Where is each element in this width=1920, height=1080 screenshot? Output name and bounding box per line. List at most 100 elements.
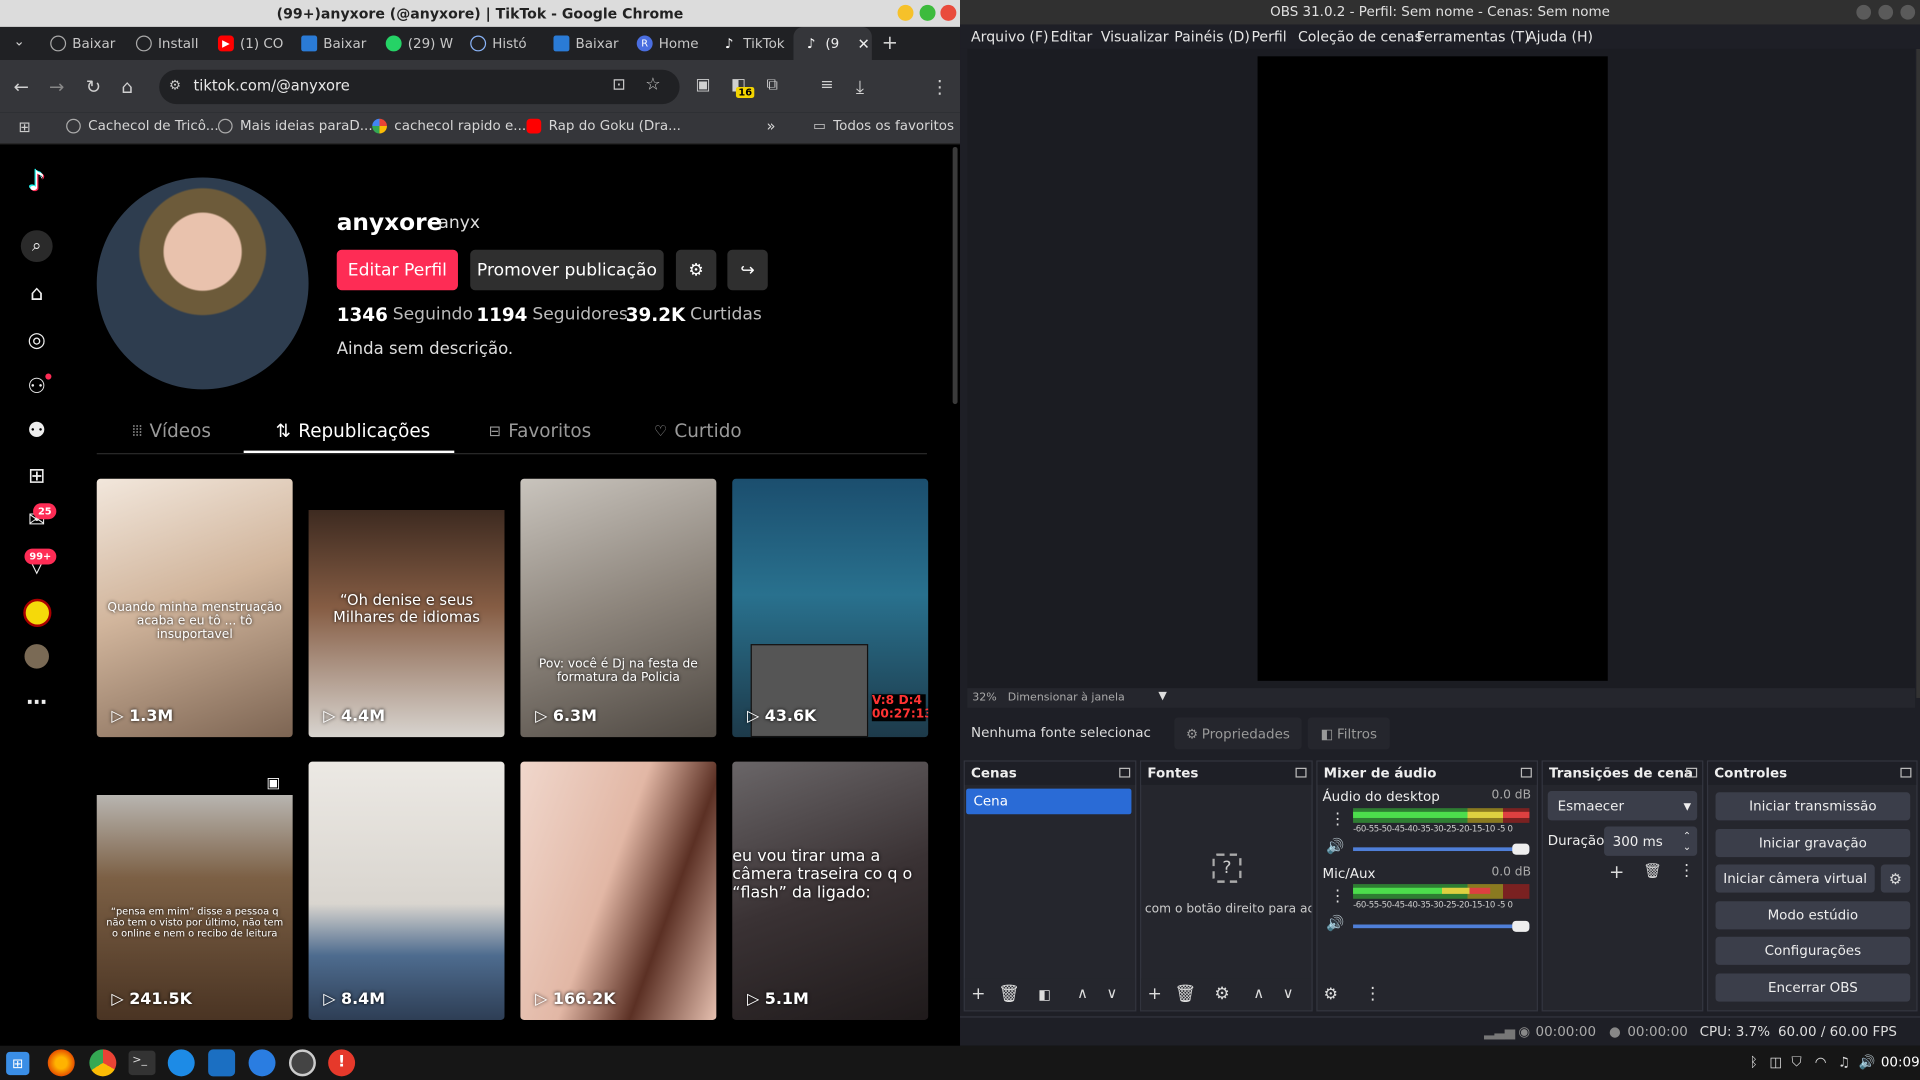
speaker-icon[interactable]: 🔊 (1326, 838, 1344, 855)
cast-icon[interactable]: ▣ (696, 76, 711, 94)
tiktok-logo-icon[interactable]: ♪ (23, 168, 50, 196)
start-recording-button[interactable]: Iniciar gravação (1715, 828, 1911, 858)
advanced-audio-icon[interactable]: ⚙ (1324, 986, 1338, 1004)
app-store-icon[interactable] (248, 1049, 276, 1077)
chrome-icon[interactable] (89, 1049, 117, 1077)
minimize-button[interactable] (897, 4, 914, 21)
mic-volume-slider[interactable] (1353, 920, 1530, 932)
tab-reposts[interactable]: ⇅ Republicações (276, 420, 431, 442)
music-icon[interactable]: ♫ (1838, 1054, 1850, 1070)
share-icon[interactable]: ↪ (727, 249, 768, 291)
app-grid-icon[interactable]: ⊞ (6, 1051, 30, 1076)
trash-icon[interactable]: 🗑 (1174, 984, 1196, 1004)
video-card[interactable]: eu vou tirar uma a câmera traseira co q … (732, 761, 929, 1021)
tab-2[interactable]: ▶ (1) CO (208, 27, 291, 60)
video-card[interactable]: ▷ 8.4M (308, 761, 505, 1021)
up-icon[interactable]: ∧ (1071, 984, 1093, 1001)
menu-icon[interactable]: ⋮ (931, 76, 949, 98)
tab-6[interactable]: Baixar (544, 27, 627, 60)
obs-minimize-button[interactable] (1856, 4, 1872, 20)
page-scrollbar[interactable] (952, 146, 958, 405)
install-app-icon[interactable]: ⊡ (612, 76, 625, 94)
virtual-camera-settings-icon[interactable]: ⚙ (1880, 864, 1911, 893)
menu-paineis[interactable]: Painéis (D) (1174, 28, 1250, 45)
exit-obs-button[interactable]: Encerrar OBS (1715, 973, 1911, 1002)
add-icon[interactable]: + (1609, 861, 1624, 883)
menu-visualizar[interactable]: Visualizar (1101, 28, 1169, 45)
video-card[interactable]: Pov: você é Dj na festa de formatura da … (520, 478, 717, 738)
obs-close-button[interactable] (1900, 4, 1916, 20)
undock-icon[interactable] (1686, 767, 1698, 778)
new-tab-icon[interactable]: + (882, 31, 898, 54)
video-card[interactable]: ▣ “pensa em mim” disse a pessoa q não te… (96, 761, 293, 1021)
desktop-volume-slider[interactable] (1353, 843, 1530, 855)
vscode-icon[interactable] (208, 1049, 236, 1077)
bookmark-2[interactable]: cachecol rapido e... (372, 118, 526, 133)
video-card[interactable]: “Oh denise e seus Milhares de idiomas ▷ … (308, 478, 505, 738)
close-button[interactable] (940, 4, 957, 21)
bluetooth-icon[interactable]: ᛒ (1750, 1054, 1758, 1070)
edit-profile-button[interactable]: Editar Perfil (336, 249, 458, 291)
explore-icon[interactable]: ◎ (23, 327, 50, 354)
video-card[interactable]: V:8 D:4 00:27:13 ▷ 43.6K (732, 478, 929, 738)
undock-icon[interactable] (1520, 767, 1532, 778)
add-icon[interactable]: + (967, 984, 989, 1004)
transition-select[interactable]: Esmaecer ▼ (1547, 791, 1698, 821)
tab-search-icon[interactable]: ⌄ (13, 33, 24, 49)
live-creator-avatar[interactable] (23, 598, 52, 627)
properties-button[interactable]: ⚙ Propriedades (1174, 717, 1302, 750)
trash-icon[interactable]: 🗑 (998, 984, 1020, 1004)
add-icon[interactable]: + (1144, 984, 1166, 1004)
chevron-down-icon[interactable]: ▼ (1158, 691, 1166, 703)
media-icon[interactable]: ≡ (820, 76, 833, 94)
filters-icon[interactable]: ◧ (1033, 987, 1055, 1003)
clipboard-icon[interactable]: ◫ (1769, 1054, 1782, 1070)
menu-perfil[interactable]: Perfil (1251, 28, 1286, 45)
tab-0[interactable]: Baixar (40, 27, 123, 60)
slider-knob[interactable] (1512, 920, 1530, 932)
down-icon[interactable]: ∨ (1101, 984, 1123, 1001)
obs-preview-scrollbar[interactable] (1916, 48, 1920, 698)
tab-4[interactable]: (29) W (376, 27, 459, 60)
filters-button[interactable]: ◧ Filtros (1307, 717, 1390, 750)
home-icon[interactable]: ⌂ (23, 280, 50, 307)
menu-colecao-cenas[interactable]: Coleção de cenas (1298, 28, 1422, 45)
wifi-icon[interactable]: ◠ (1815, 1054, 1827, 1070)
menu-ajuda[interactable]: Ajuda (H) (1527, 28, 1593, 45)
finder-icon[interactable] (167, 1049, 195, 1077)
mixer-menu-icon[interactable]: ⋮ (1364, 984, 1381, 1004)
spin-arrows-icon[interactable]: ⌃ ⌄ (1683, 830, 1691, 852)
apps-icon[interactable]: ⊞ (18, 119, 30, 136)
more-bookmarks-icon[interactable]: » (767, 118, 776, 135)
start-virtual-camera-button[interactable]: Iniciar câmera virtual (1715, 864, 1875, 893)
profile-avatar-small[interactable] (24, 644, 49, 669)
undock-icon[interactable] (1295, 767, 1307, 778)
settings-icon[interactable]: ⚙ (675, 249, 717, 291)
kebab-icon[interactable]: ⋮ (1330, 888, 1346, 906)
bookmark-0[interactable]: Cachecol de Tricô... (66, 118, 219, 133)
scene-item-cena[interactable]: Cena (966, 788, 1132, 815)
duration-spinbox[interactable]: 300 ms ⌃ ⌄ (1604, 826, 1698, 856)
download-icon[interactable]: ⤓ (856, 76, 864, 98)
menu-editar[interactable]: Editar (1051, 28, 1093, 45)
following-stat[interactable]: 1346 Seguindo (337, 304, 473, 326)
back-icon[interactable]: ← (13, 76, 28, 98)
studio-mode-button[interactable]: Modo estúdio (1715, 901, 1911, 930)
site-info-icon[interactable]: ⚙ (169, 77, 181, 93)
video-card[interactable]: Quando minha menstruação acaba e eu tô .… (96, 478, 293, 738)
address-bar[interactable]: ⚙ tiktok.com/@anyxore ⊡ ☆ (159, 69, 680, 105)
star-icon[interactable]: ☆ (645, 75, 660, 95)
close-tab-icon[interactable]: ✕ (858, 35, 870, 52)
alert-icon[interactable]: ! (328, 1049, 356, 1077)
maximize-button[interactable] (919, 4, 936, 21)
kebab-icon[interactable]: ⋮ (1679, 862, 1695, 880)
slider-knob[interactable] (1512, 843, 1530, 855)
followers-stat[interactable]: 1194 Seguidores (476, 304, 627, 326)
home-icon[interactable]: ⌂ (121, 76, 133, 98)
reload-icon[interactable]: ↻ (86, 76, 101, 98)
kebab-icon[interactable]: ⋮ (1330, 811, 1346, 829)
friends-icon[interactable]: ⚉ (23, 418, 50, 445)
shield-icon[interactable]: ⛉ (1791, 1054, 1801, 1071)
puzzle-icon[interactable]: ⧉ (767, 76, 778, 94)
terminal-icon[interactable]: >_ (128, 1050, 156, 1076)
